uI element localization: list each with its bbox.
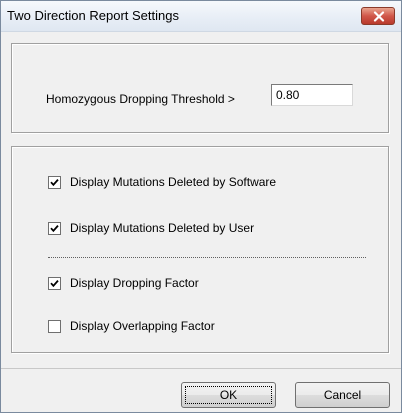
option-label: Display Overlapping Factor <box>70 319 215 333</box>
options-separator <box>48 257 366 258</box>
option-mutations-deleted-by-software[interactable]: Display Mutations Deleted by Software <box>48 174 276 190</box>
checkbox[interactable] <box>48 175 61 189</box>
cancel-button[interactable]: Cancel <box>295 382 390 408</box>
option-dropping-factor[interactable]: Display Dropping Factor <box>48 275 199 291</box>
close-icon <box>373 11 385 22</box>
checkmark-icon <box>50 279 59 287</box>
ok-button[interactable]: OK <box>181 382 276 408</box>
threshold-label: Homozygous Dropping Threshold > <box>46 92 235 106</box>
option-label: Display Mutations Deleted by User <box>70 221 255 235</box>
ok-label: OK <box>219 388 238 402</box>
checkbox[interactable] <box>48 319 61 333</box>
option-mutations-deleted-by-user[interactable]: Display Mutations Deleted by User <box>48 220 254 236</box>
close-button[interactable] <box>361 7 395 25</box>
dialog-window: Two Direction Report Settings Homozygous… <box>0 0 402 413</box>
checkmark-icon <box>50 178 59 186</box>
option-overlapping-factor[interactable]: Display Overlapping Factor <box>48 318 215 334</box>
window-title: Two Direction Report Settings <box>7 8 179 23</box>
option-label: Display Mutations Deleted by Software <box>70 175 277 189</box>
threshold-input[interactable] <box>271 84 353 106</box>
button-bar-divider <box>1 368 401 369</box>
option-label: Display Dropping Factor <box>70 276 199 290</box>
title-bar[interactable]: Two Direction Report Settings <box>1 1 401 32</box>
checkbox[interactable] <box>48 221 61 235</box>
checkmark-icon <box>50 224 59 232</box>
checkbox[interactable] <box>48 276 61 290</box>
